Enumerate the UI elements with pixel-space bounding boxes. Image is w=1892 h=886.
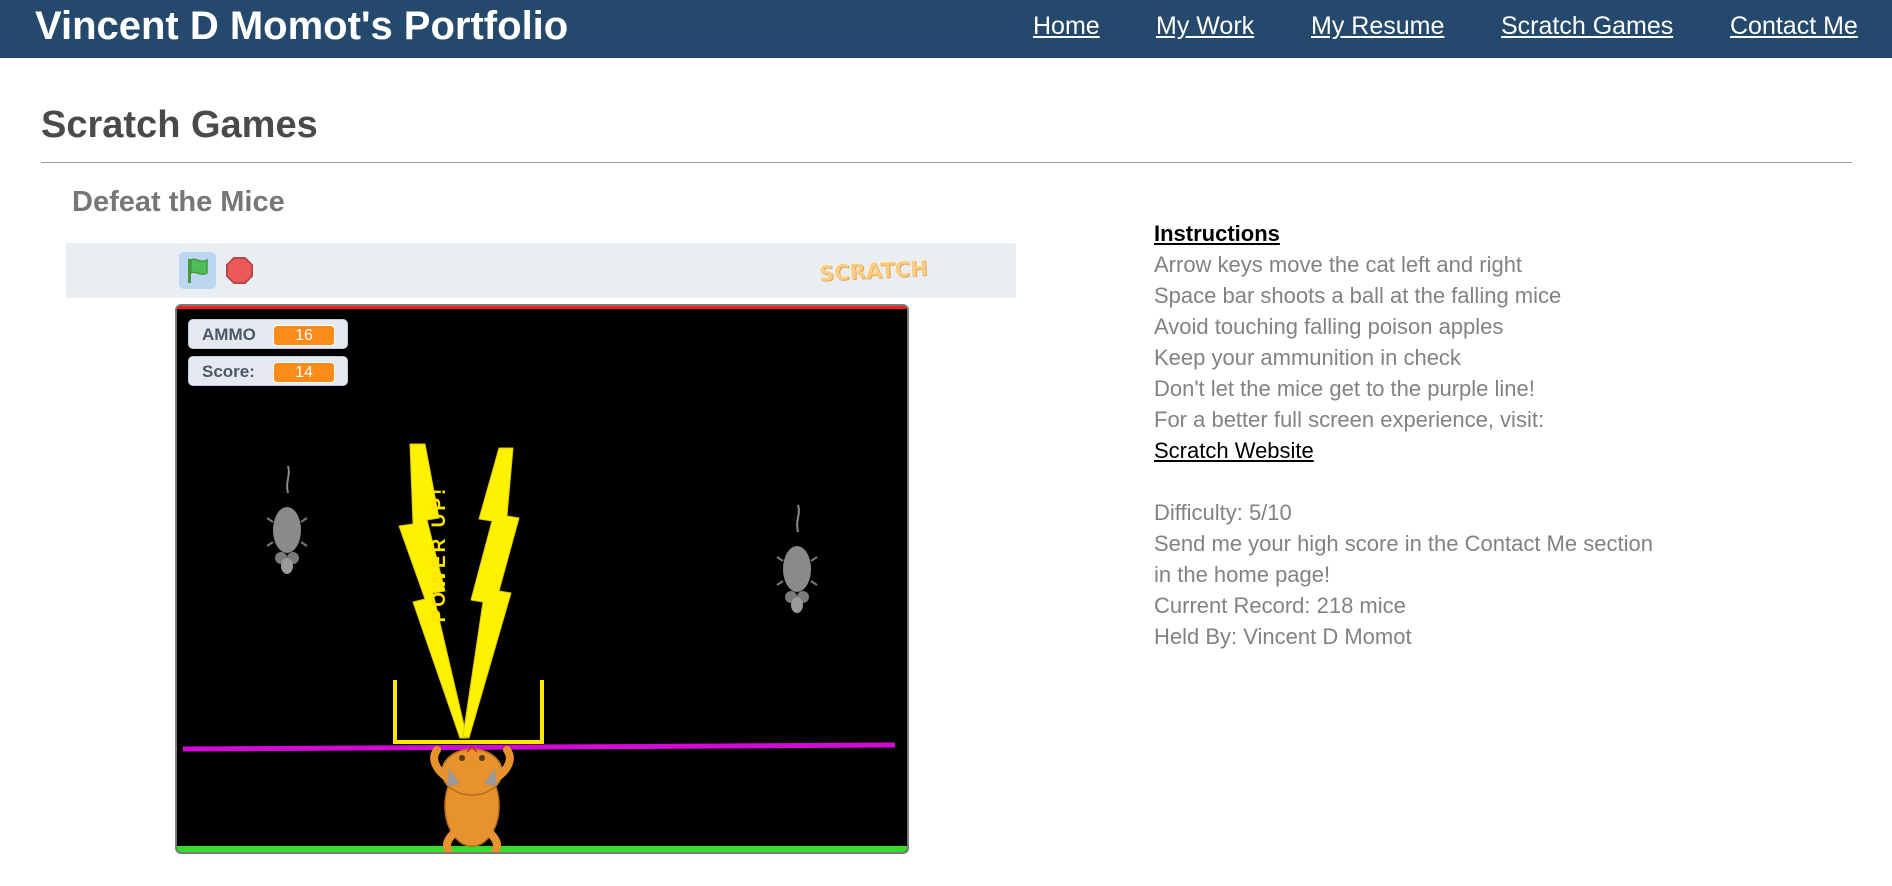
ammo-label: AMMO [202, 325, 256, 344]
title-divider [41, 162, 1852, 163]
nav-link-scratch-games[interactable]: Scratch Games [1501, 11, 1673, 41]
nav-link-contact-me[interactable]: Contact Me [1730, 11, 1858, 41]
score-value: 14 [273, 362, 335, 383]
instructions-heading: Instructions [1154, 221, 1280, 246]
stage-graphics [177, 306, 907, 852]
instruction-line: Space bar shoots a ball at the falling m… [1154, 283, 1562, 308]
scratch-player-controls: SCRATCH [66, 243, 1016, 298]
stop-sign-icon [226, 257, 253, 284]
instruction-line: Keep your ammunition in check [1154, 345, 1461, 370]
detail-line: in the home page! [1154, 562, 1331, 587]
instruction-line: For a better full screen experience, vis… [1154, 407, 1545, 432]
site-brand[interactable]: Vincent D Momot's Portfolio [35, 4, 568, 48]
game-stage[interactable]: POWER UP! AMMO 16 Score: 14 [175, 304, 909, 854]
mouse-left [266, 465, 308, 574]
top-boundary-line [177, 306, 907, 309]
score-label: Score: [202, 362, 255, 381]
bottom-boundary-line [177, 846, 907, 852]
page-title: Scratch Games [41, 104, 318, 146]
lightning-bolt-right [462, 447, 520, 739]
power-up-text: POWER UP! [429, 485, 450, 623]
detail-line: Send me your high score in the Contact M… [1154, 531, 1653, 556]
top-navbar: Vincent D Momot's Portfolio Home My Work… [0, 0, 1892, 58]
stop-button[interactable] [221, 252, 258, 289]
mouse-right [776, 504, 818, 613]
nav-link-my-resume[interactable]: My Resume [1311, 11, 1444, 41]
record-text: Current Record: 218 mice [1154, 593, 1406, 618]
record-holder-text: Held By: Vincent D Momot [1154, 624, 1412, 649]
ammo-monitor: AMMO 16 [188, 319, 348, 349]
cat-sprite [430, 745, 514, 852]
nav-link-my-work[interactable]: My Work [1156, 11, 1254, 41]
instruction-line: Avoid touching falling poison apples [1154, 314, 1504, 339]
difficulty-text: Difficulty: 5/10 [1154, 500, 1292, 525]
green-flag-icon [188, 258, 208, 283]
scratch-website-link[interactable]: Scratch Website [1154, 438, 1314, 463]
instructions-panel: Instructions Arrow keys move the cat lef… [1154, 218, 1714, 652]
nav-link-home[interactable]: Home [1033, 11, 1100, 41]
purple-line [182, 742, 896, 752]
scratch-logo[interactable]: SCRATCH [818, 256, 928, 286]
game-title: Defeat the Mice [72, 186, 285, 218]
instruction-line: Arrow keys move the cat left and right [1154, 252, 1523, 277]
score-monitor: Score: 14 [188, 356, 348, 386]
ammo-value: 16 [273, 325, 335, 346]
green-flag-button[interactable] [179, 252, 216, 289]
instruction-line: Don't let the mice get to the purple lin… [1154, 376, 1535, 401]
